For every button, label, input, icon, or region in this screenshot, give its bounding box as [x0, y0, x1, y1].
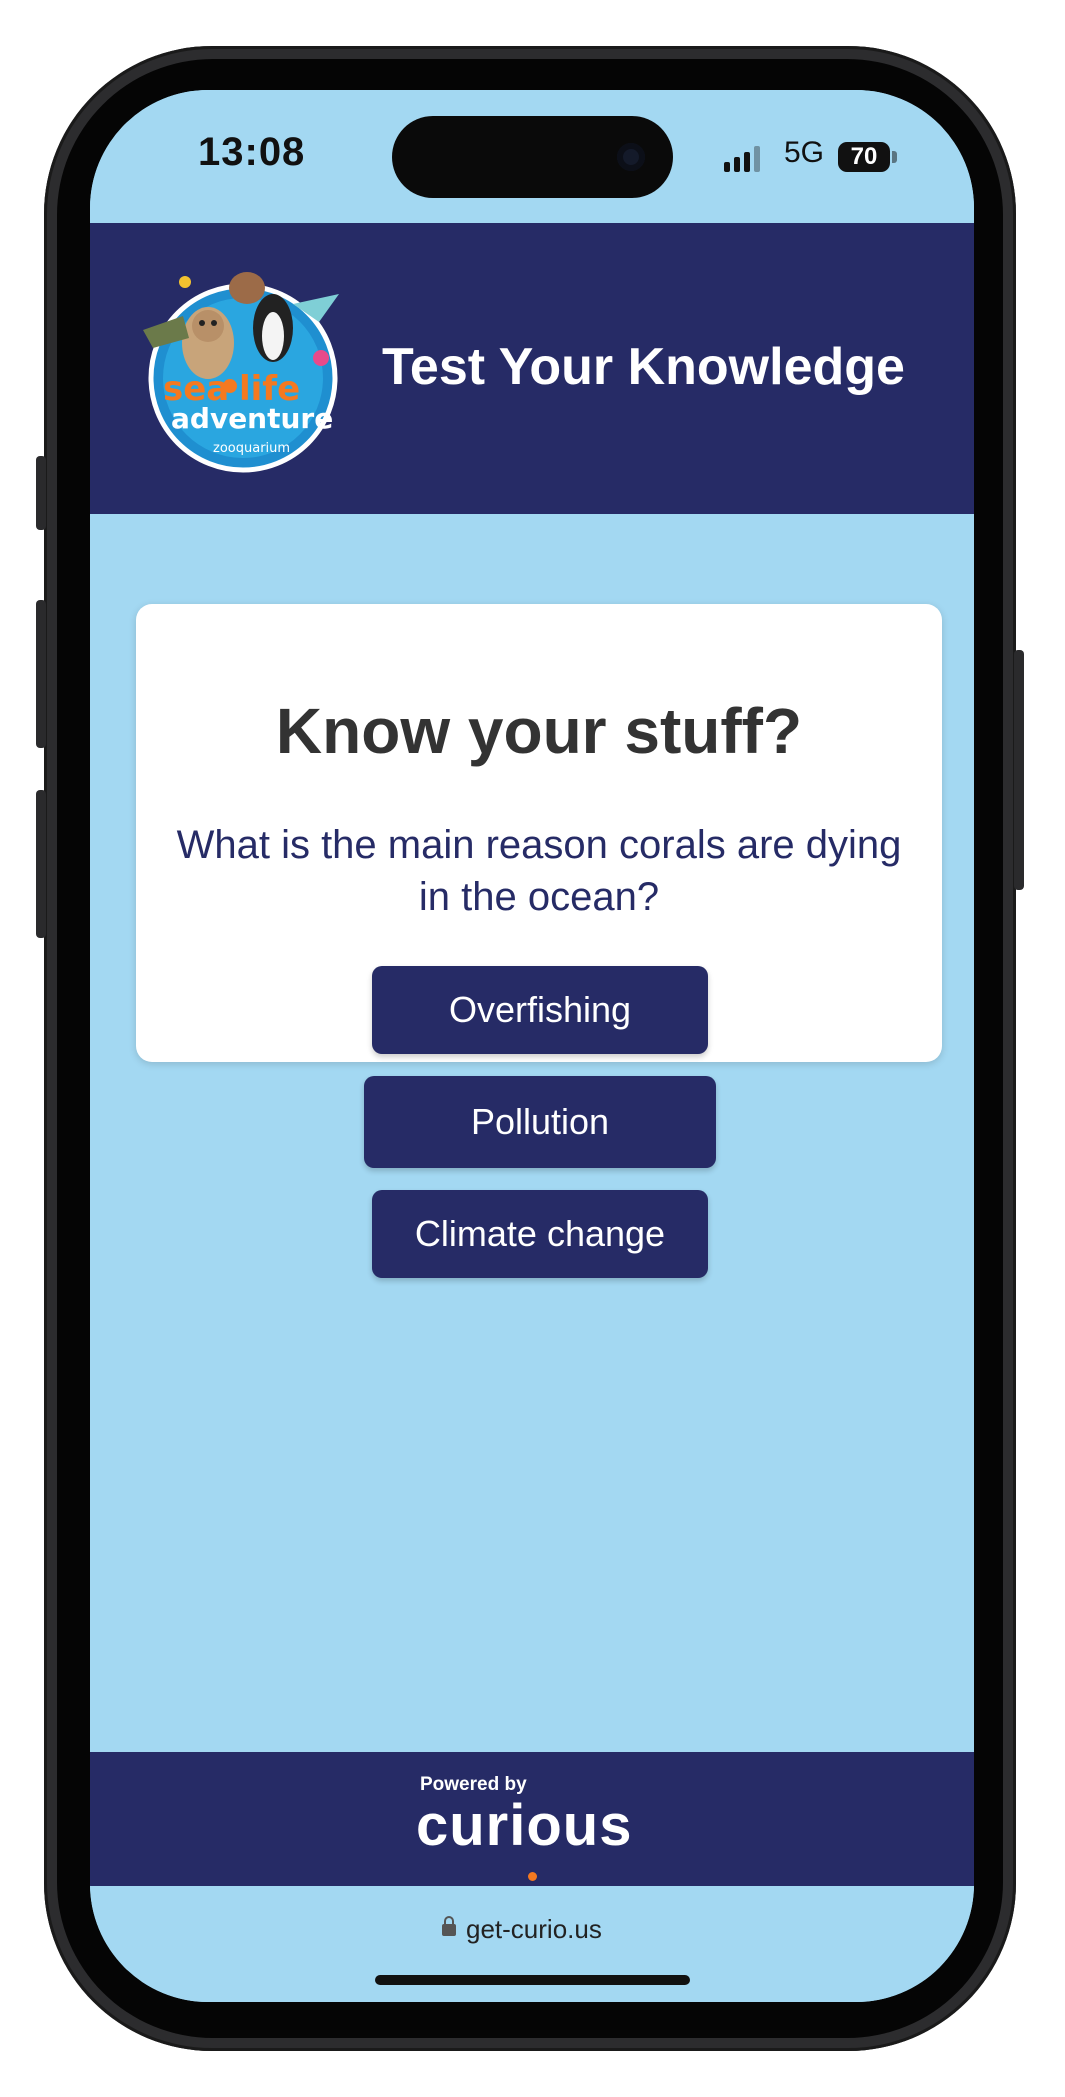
page-footer: Powered by curious	[90, 1752, 974, 1886]
power-button	[1014, 650, 1024, 890]
dynamic-island	[392, 116, 673, 198]
answer-button-overfishing[interactable]: Overfishing	[372, 966, 708, 1054]
lock-icon	[442, 1916, 456, 1936]
logo-wordmark-adventure: adventure	[171, 402, 333, 435]
battery-cap	[892, 151, 897, 163]
status-bar: 13:08 5G 70	[90, 90, 974, 223]
home-indicator[interactable]	[375, 1975, 690, 1985]
quiz-title: Know your stuff?	[275, 695, 803, 767]
network-label: 5G	[784, 136, 825, 169]
url-text[interactable]: get-curio.us	[466, 1914, 602, 1945]
answer-button-pollution[interactable]: Pollution	[364, 1076, 716, 1168]
action-button	[36, 456, 46, 530]
battery-icon: 70	[838, 142, 890, 172]
curious-logo-dot	[528, 1872, 537, 1881]
answer-button-climate-change[interactable]: Climate change	[372, 1190, 708, 1278]
curious-logo[interactable]: curious	[416, 1792, 633, 1859]
sea-life-adventure-logo[interactable]: sea life adventure zooquarium	[143, 258, 339, 476]
page-header: sea life adventure zooquarium Test Your …	[90, 223, 974, 514]
quiz-card: Know your stuff? What is the main reason…	[136, 604, 942, 1278]
status-time: 13:08	[198, 130, 306, 174]
logo-wordmark-zooquarium: zooquarium	[213, 441, 290, 456]
volume-down-button	[36, 790, 46, 938]
phone-screen: 13:08 5G 70 sea life adventure zooquariu…	[90, 90, 974, 2002]
volume-up-button	[36, 600, 46, 748]
page-title: Test Your Knowledge	[382, 338, 905, 396]
camera-icon	[617, 143, 645, 171]
signal-icon	[724, 146, 760, 172]
quiz-question: What is the main reason corals are dying…	[176, 823, 902, 919]
